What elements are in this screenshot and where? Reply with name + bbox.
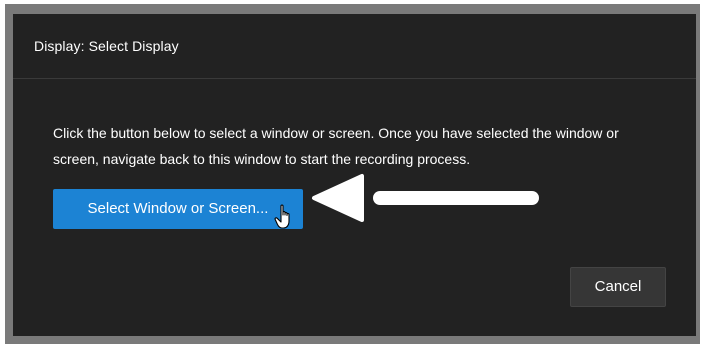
select-window-or-screen-button[interactable]: Select Window or Screen... bbox=[53, 189, 303, 229]
dialog-title: Display: Select Display bbox=[34, 38, 179, 54]
cancel-button[interactable]: Cancel bbox=[570, 267, 666, 307]
hand-pointer-icon bbox=[274, 204, 290, 229]
left-arrow-icon bbox=[312, 174, 539, 222]
dialog-header: Display: Select Display bbox=[13, 14, 696, 79]
dialog-message: Click the button below to select a windo… bbox=[53, 125, 619, 167]
